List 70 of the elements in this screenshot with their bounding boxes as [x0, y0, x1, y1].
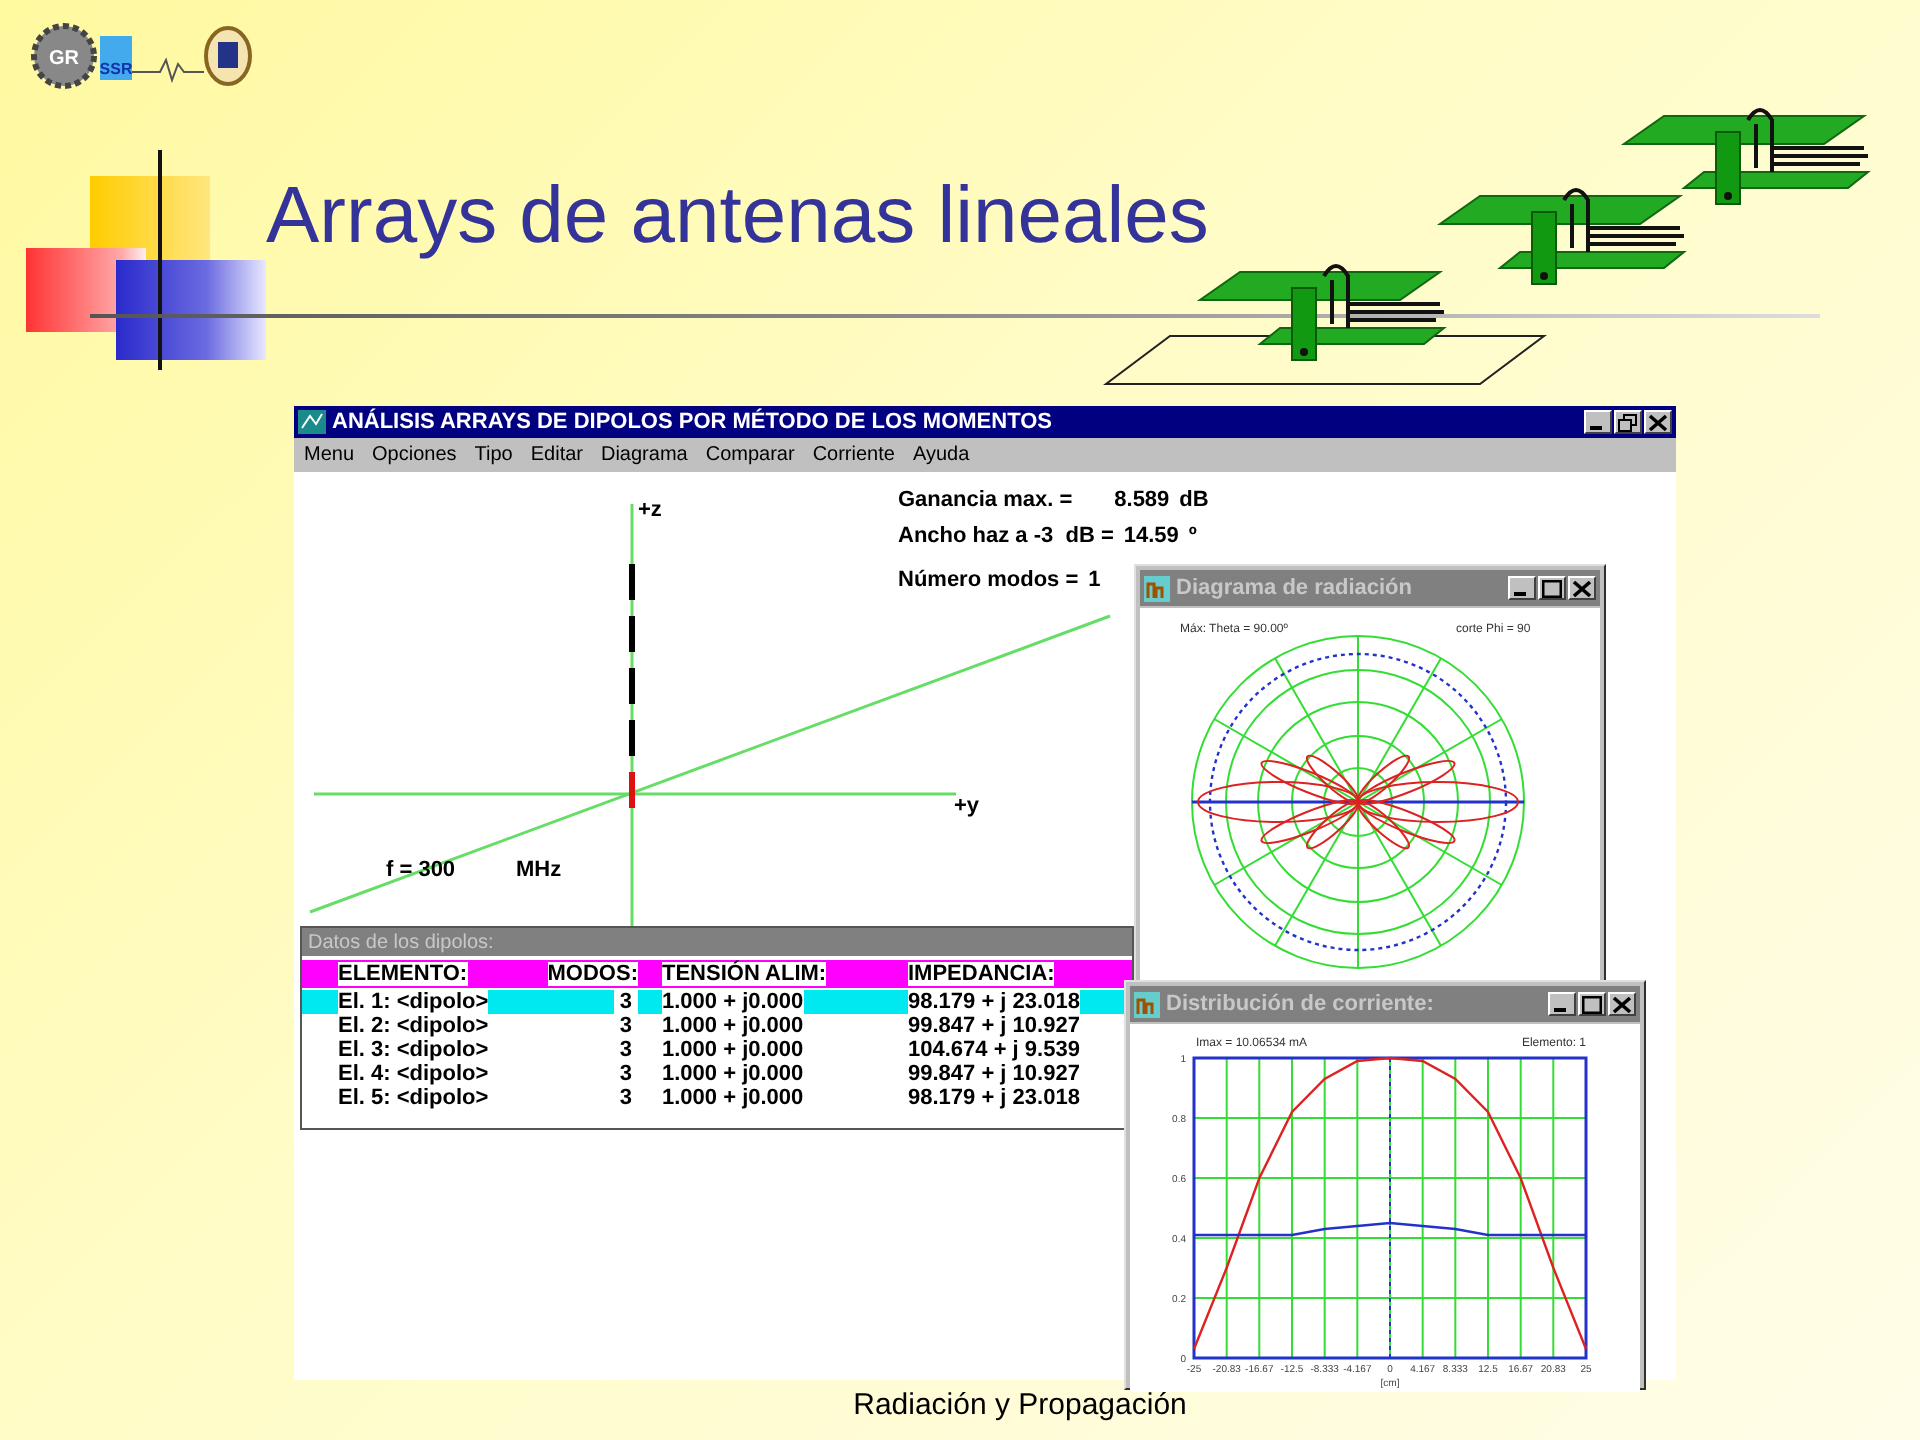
close-button[interactable]	[1644, 410, 1672, 434]
result-value: 8.589	[1114, 488, 1170, 512]
table-row[interactable]: El. 2: <dipolo> 3 1.000 + j0.000 99.847 + j 10.927	[302, 1014, 1132, 1038]
frequency-unit: MHz	[516, 858, 562, 882]
result-value: 14.59	[1123, 524, 1179, 548]
maximize-icon	[1582, 995, 1602, 1013]
column-header: IMPEDANCIA:	[908, 962, 1055, 986]
table-row[interactable]: El. 4: <dipolo> 3 1.000 + j0.000 99.847 + j 10.927	[302, 1062, 1132, 1086]
close-icon	[1612, 995, 1632, 1013]
restore-icon	[1618, 413, 1638, 431]
result-label: Ganancia max. =	[898, 488, 1073, 512]
table-row[interactable]: El. 5: <dipolo> 3 1.000 + j0.000 98.179 + j 23.018	[302, 1086, 1132, 1110]
result-unit: dB	[1179, 488, 1209, 512]
menu-item[interactable]: Corriente	[812, 444, 895, 466]
result-label: Ancho haz a -3 dB =	[898, 524, 1114, 548]
menu-item[interactable]: Opciones	[372, 444, 457, 466]
maximize-icon	[1542, 579, 1562, 597]
column-header: ELEMENTO:	[338, 962, 468, 986]
menu-item[interactable]: Menu	[304, 444, 355, 466]
window-title: Distribución de corriente:	[1166, 992, 1434, 1016]
menu-item[interactable]: Diagrama	[600, 444, 688, 466]
column-header: MODOS:	[547, 962, 638, 986]
table-cell: 1.000 + j0.000	[662, 1038, 804, 1062]
table-cell: 99.847 + j 10.927	[908, 1014, 1080, 1038]
table-cell: 98.179 + j 23.018	[908, 1086, 1080, 1110]
table-cell: 99.847 + j 10.927	[908, 1062, 1080, 1086]
close-icon	[1572, 579, 1592, 597]
menu-item[interactable]: Editar	[530, 444, 583, 466]
table-cell: El. 3: <dipolo>	[338, 1038, 489, 1062]
result-label: Número modos =	[898, 568, 1079, 592]
window-title: Diagrama de radiación	[1176, 576, 1412, 600]
table-cell: 1.000 + j0.000	[662, 1062, 804, 1086]
table-cell-text: 3	[617, 1086, 634, 1110]
column-header: TENSIÓN ALIM:	[662, 962, 827, 986]
table-cell: El. 4: <dipolo>	[338, 1062, 489, 1086]
result-value: 1	[1088, 568, 1101, 592]
app-icon	[298, 410, 326, 434]
table-cell: 1.000 + j0.000	[662, 1086, 804, 1110]
restore-button[interactable]	[1614, 410, 1642, 434]
table-cell: El. 2: <dipolo>	[338, 1014, 489, 1038]
menu-item[interactable]: Ayuda	[912, 444, 970, 466]
close-icon	[1648, 413, 1668, 431]
slide-footer: Radiación y Propagación	[0, 1388, 1920, 1422]
table-row[interactable]: El. 3: <dipolo> 3 1.000 + j0.000 104.674 + j 9.539	[302, 1038, 1132, 1062]
table-cell: 1.000 + j0.000	[662, 1014, 804, 1038]
table-cell: El. 5: <dipolo>	[338, 1086, 489, 1110]
chart-icon	[1144, 575, 1170, 601]
table-cell: El. 1: <dipolo>	[338, 990, 489, 1014]
table-cell: 104.674 + j 9.539	[908, 1038, 1080, 1062]
slide-title: Arrays de antenas lineales	[266, 172, 1209, 262]
axis-label: +z	[638, 498, 662, 522]
minimize-icon	[1590, 426, 1602, 430]
table-cell: 3	[613, 990, 638, 1014]
panel-title: Datos de los dipolos:	[308, 931, 494, 953]
table-cell: 98.179 + j 23.018	[908, 990, 1080, 1014]
minimize-icon	[1554, 1008, 1566, 1012]
table-cell-text: 3	[617, 1038, 634, 1062]
frequency-label: f = 300	[386, 858, 456, 882]
menu-item[interactable]: Tipo	[474, 444, 513, 466]
minimize-button[interactable]	[1584, 410, 1612, 434]
table-cell-text: 3	[617, 1014, 634, 1038]
chart-icon	[1134, 991, 1160, 1017]
menu-item[interactable]: Comparar	[705, 444, 795, 466]
minimize-icon	[1514, 592, 1526, 596]
window-title: ANÁLISIS ARRAYS DE DIPOLOS POR MÉTODO DE LOS MOMENTOS	[332, 410, 1052, 434]
logo-drawing: GR SSR	[20, 20, 260, 92]
table-cell: 1.000 + j0.000	[662, 990, 804, 1014]
axis-label: +y	[954, 794, 980, 818]
result-unit: º	[1188, 524, 1197, 548]
table-cell-text: 3	[617, 1062, 634, 1086]
